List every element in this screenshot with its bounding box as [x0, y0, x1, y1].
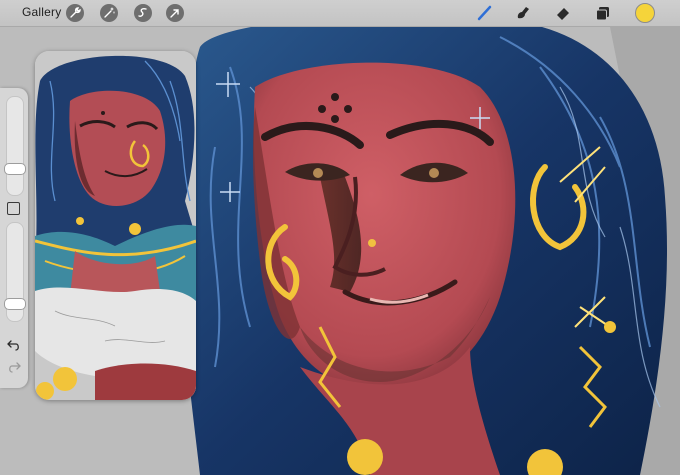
wrench-icon — [70, 7, 81, 18]
modify-button[interactable] — [7, 202, 20, 215]
layers-icon[interactable] — [594, 4, 612, 22]
reference-window[interactable] — [35, 51, 196, 400]
brush-icon[interactable] — [476, 4, 494, 22]
color-swatch[interactable] — [635, 3, 655, 23]
smudge-icon[interactable] — [514, 4, 532, 22]
transform-button[interactable] — [166, 4, 184, 22]
eraser-icon[interactable] — [554, 4, 572, 22]
adjustments-button[interactable] — [100, 4, 118, 22]
reference-thumbnail — [35, 51, 196, 400]
brush-size-thumb[interactable] — [4, 163, 26, 175]
top-toolbar: Gallery — [0, 0, 680, 27]
redo-icon[interactable] — [7, 360, 21, 374]
left-sidebar — [0, 88, 28, 388]
selection-icon — [138, 8, 147, 17]
selection-button[interactable] — [134, 4, 152, 22]
opacity-slider[interactable] — [4, 222, 26, 322]
actions-button[interactable] — [66, 4, 84, 22]
transform-arrow-icon — [170, 9, 179, 18]
brush-size-slider[interactable] — [4, 96, 26, 196]
magic-wand-icon — [104, 7, 115, 18]
undo-icon[interactable] — [7, 338, 21, 352]
opacity-thumb[interactable] — [4, 297, 26, 310]
gallery-button[interactable]: Gallery — [22, 5, 61, 19]
